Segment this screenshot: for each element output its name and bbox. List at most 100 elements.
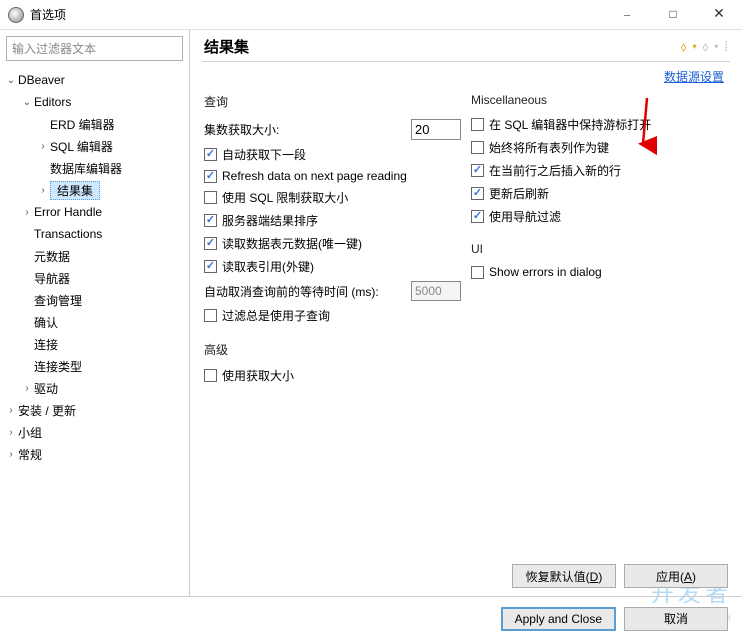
maximize-button[interactable]: □	[650, 0, 696, 30]
chevron-right-icon: ›	[20, 295, 34, 306]
checkbox-icon	[471, 141, 484, 154]
tree-item[interactable]: ›连接类型	[0, 355, 189, 377]
tree-item[interactable]: ›数据库编辑器	[0, 157, 189, 179]
chevron-right-icon: ›	[20, 229, 34, 240]
nav-back-menu-icon[interactable]: ▾	[692, 42, 696, 51]
tree-item-label: 小组	[18, 424, 42, 441]
tree-item[interactable]: ›常规	[0, 443, 189, 465]
tree-item-label: 连接	[34, 336, 58, 353]
tree-item-label: 结果集	[50, 181, 100, 200]
tree-item[interactable]: ›确认	[0, 311, 189, 333]
cancel-wait-input	[411, 281, 461, 301]
chevron-right-icon: ›	[20, 273, 34, 284]
tree-item[interactable]: ›驱动	[0, 377, 189, 399]
server-sort-checkbox[interactable]: 服务器端结果排序	[204, 209, 461, 232]
nav-overflow-icon[interactable]: ⁞	[724, 39, 728, 54]
restore-defaults-button[interactable]: 恢复默认值(D)	[512, 564, 616, 588]
use-sql-limit-checkbox[interactable]: 使用 SQL 限制获取大小	[204, 186, 461, 209]
tree-item[interactable]: ⌄DBeaver	[0, 69, 189, 91]
checkbox-icon	[204, 170, 217, 183]
group-ui-title: UI	[471, 238, 728, 262]
tree-item-label: 查询管理	[34, 292, 82, 309]
insert-after-checkbox[interactable]: 在当前行之后插入新的行	[471, 159, 728, 182]
chevron-down-icon[interactable]: ⌄	[20, 97, 34, 108]
tree-item[interactable]: ›结果集	[0, 179, 189, 201]
chevron-down-icon[interactable]: ⌄	[4, 75, 18, 86]
tree-item[interactable]: ›Error Handle	[0, 201, 189, 223]
chevron-right-icon[interactable]: ›	[36, 185, 50, 196]
chevron-right-icon: ›	[36, 163, 50, 174]
chevron-right-icon: ›	[36, 119, 50, 130]
filter-subquery-checkbox[interactable]: 过滤总是使用子查询	[204, 304, 461, 327]
tree-item[interactable]: ›安装 / 更新	[0, 399, 189, 421]
nav-back-icon[interactable]: ⬨	[681, 39, 687, 55]
tree-item[interactable]: ›小组	[0, 421, 189, 443]
group-advanced-title: 高级	[204, 337, 461, 364]
show-errors-checkbox[interactable]: Show errors in dialog	[471, 262, 728, 282]
tree-item[interactable]: ›Transactions	[0, 223, 189, 245]
keep-cursor-checkbox[interactable]: 在 SQL 编辑器中保持游标打开	[471, 113, 728, 136]
cancel-button[interactable]: 取消	[624, 607, 728, 631]
nav-forward-icon: ⬨	[703, 39, 709, 55]
use-fetch-size-checkbox[interactable]: 使用获取大小	[204, 364, 461, 387]
chevron-right-icon[interactable]: ›	[20, 207, 34, 218]
tree-item-label: SQL 编辑器	[50, 138, 113, 155]
refresh-after-update-checkbox[interactable]: 更新后刷新	[471, 182, 728, 205]
tree-item[interactable]: ›ERD 编辑器	[0, 113, 189, 135]
group-query-title: 查询	[204, 89, 461, 116]
checkbox-icon	[204, 309, 217, 322]
chevron-right-icon: ›	[20, 317, 34, 328]
tree-item-label: 驱动	[34, 380, 58, 397]
dialog-footer: Apply and Close 取消	[0, 596, 742, 640]
page-title: 结果集	[204, 36, 675, 57]
all-tables-key-checkbox[interactable]: 始终将所有表列作为键	[471, 136, 728, 159]
tree-item[interactable]: ›连接	[0, 333, 189, 355]
chevron-right-icon: ›	[20, 339, 34, 350]
checkbox-icon	[471, 210, 484, 223]
datasource-settings-link[interactable]: 数据源设置	[664, 70, 724, 84]
chevron-right-icon[interactable]: ›	[20, 383, 34, 394]
checkbox-icon	[204, 214, 217, 227]
tree-item-label: 元数据	[34, 248, 70, 265]
checkbox-icon	[204, 237, 217, 250]
checkbox-icon	[204, 148, 217, 161]
refresh-next-checkbox[interactable]: Refresh data on next page reading	[204, 166, 461, 186]
tree-item[interactable]: ›导航器	[0, 267, 189, 289]
tree-item-label: 导航器	[34, 270, 70, 287]
checkbox-icon	[204, 260, 217, 273]
apply-button[interactable]: 应用(A)	[624, 564, 728, 588]
chevron-right-icon[interactable]: ›	[36, 141, 50, 152]
tree-item-label: 确认	[34, 314, 58, 331]
read-meta-checkbox[interactable]: 读取数据表元数据(唯一键)	[204, 232, 461, 255]
chevron-right-icon[interactable]: ›	[4, 405, 18, 416]
tree-item-label: Transactions	[34, 227, 102, 241]
group-misc-title: Miscellaneous	[471, 89, 728, 113]
minimize-button[interactable]: ‒	[604, 0, 650, 30]
tree-item-label: ERD 编辑器	[50, 116, 115, 133]
tree-item-label: 连接类型	[34, 358, 82, 375]
use-nav-filter-checkbox[interactable]: 使用导航过滤	[471, 205, 728, 228]
checkbox-icon	[471, 187, 484, 200]
preferences-tree[interactable]: ⌄DBeaver⌄Editors›ERD 编辑器›SQL 编辑器›数据库编辑器›…	[0, 67, 189, 467]
filter-input[interactable]: 输入过滤器文本	[6, 36, 183, 61]
read-ref-checkbox[interactable]: 读取表引用(外键)	[204, 255, 461, 278]
tree-item[interactable]: ›SQL 编辑器	[0, 135, 189, 157]
nav-forward-menu-icon: ▾	[714, 42, 718, 51]
tree-item-label: DBeaver	[18, 73, 65, 87]
sidebar: 输入过滤器文本 ⌄DBeaver⌄Editors›ERD 编辑器›SQL 编辑器…	[0, 30, 190, 596]
chevron-right-icon[interactable]: ›	[4, 449, 18, 460]
tree-item[interactable]: ›元数据	[0, 245, 189, 267]
chevron-right-icon[interactable]: ›	[4, 427, 18, 438]
auto-fetch-checkbox[interactable]: 自动获取下一段	[204, 143, 461, 166]
apply-and-close-button[interactable]: Apply and Close	[501, 607, 616, 631]
tree-item-label: 数据库编辑器	[50, 160, 122, 177]
tree-item[interactable]: ›查询管理	[0, 289, 189, 311]
tree-item[interactable]: ⌄Editors	[0, 91, 189, 113]
checkbox-icon	[471, 118, 484, 131]
left-column: 查询 集数获取大小: 自动获取下一段 Refresh data on next …	[204, 89, 461, 387]
tree-item-label: Error Handle	[34, 205, 102, 219]
tree-item-label: 安装 / 更新	[18, 402, 76, 419]
tree-item-label: 常规	[18, 446, 42, 463]
fetch-size-input[interactable]	[411, 119, 461, 140]
close-button[interactable]: ✕	[696, 0, 742, 30]
